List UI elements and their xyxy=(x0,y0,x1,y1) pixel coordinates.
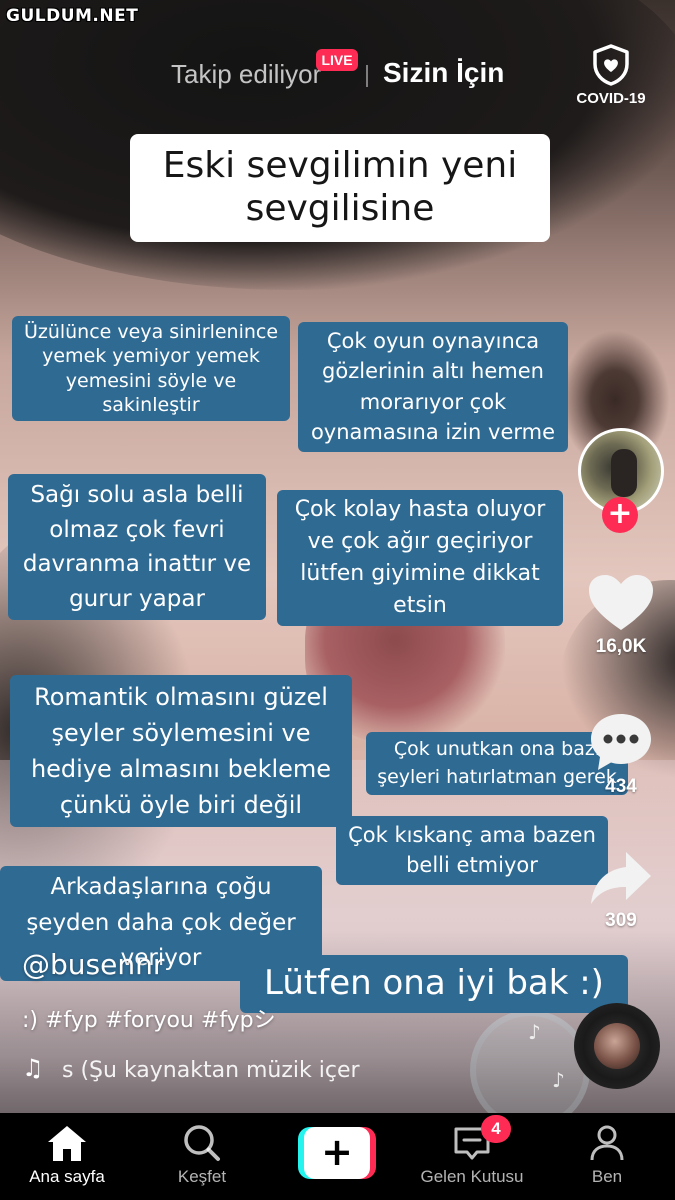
like-count: 16,0K xyxy=(595,636,647,657)
floating-music-note-icon: ♪ xyxy=(552,1068,565,1092)
nav-divider xyxy=(366,65,368,87)
nav-me[interactable]: Ben xyxy=(542,1123,672,1187)
caption-note-1: Üzülünce veya sinirlenince yemek yemiyor… xyxy=(12,316,290,422)
music-disc[interactable] xyxy=(574,1003,660,1089)
search-icon xyxy=(137,1123,267,1163)
video-title-caption: Eski sevgilimin yeni sevgilisine xyxy=(130,134,550,243)
tab-for-you[interactable]: Sizin İçin xyxy=(383,57,504,89)
nav-home[interactable]: Ana sayfa xyxy=(2,1123,132,1187)
create-button[interactable]: + xyxy=(298,1127,376,1179)
share-button[interactable]: 309 xyxy=(580,848,662,932)
title-line-2: sevgilisine xyxy=(229,187,451,231)
caption-note-9: Lütfen ona iyi bak :) xyxy=(240,955,628,1013)
like-button[interactable]: 16,0K xyxy=(580,572,662,658)
nav-me-label: Ben xyxy=(591,1167,623,1186)
title-line-1: Eski sevgilimin yeni xyxy=(162,145,518,186)
nav-inbox-label: Gelen Kutusu xyxy=(420,1167,524,1186)
create-button-face: + xyxy=(304,1127,370,1179)
home-icon xyxy=(2,1123,132,1163)
watermark: GULDUM.NET xyxy=(6,6,139,26)
caption-note-5: Romantik olmasını güzel şeyler söylemesi… xyxy=(10,675,352,827)
music-disc-cover xyxy=(594,1023,640,1069)
nav-inbox[interactable]: Gelen Kutusu xyxy=(407,1123,537,1187)
follow-button[interactable]: + xyxy=(602,497,638,533)
floating-music-note-icon: ♪ xyxy=(528,1020,541,1044)
comment-button[interactable]: 434 xyxy=(580,710,662,798)
share-count: 309 xyxy=(605,910,637,931)
tiktok-video-screen: GULDUM.NET Takip ediliyor LIVE Sizin İçi… xyxy=(0,0,675,1200)
shield-heart-icon xyxy=(566,44,656,86)
comment-count: 434 xyxy=(605,776,637,797)
caption-note-7: Çok kıskanç ama bazen belli etmiyor xyxy=(336,816,608,885)
covid-label: COVID-19 xyxy=(576,90,646,107)
nav-discover[interactable]: Keşfet xyxy=(137,1123,267,1187)
caption-note-2: Çok oyun oynayınca gözlerinin altı hemen… xyxy=(298,322,568,452)
live-badge[interactable]: LIVE xyxy=(316,49,358,71)
music-row[interactable]: ♫ s (Şu kaynaktan müzik içer xyxy=(22,1054,372,1088)
post-username[interactable]: @busennr xyxy=(22,948,164,981)
tab-following[interactable]: Takip ediliyor xyxy=(171,59,321,90)
inbox-badge: 4 xyxy=(481,1115,511,1143)
comment-icon xyxy=(580,710,662,774)
heart-icon xyxy=(580,572,662,634)
avatar-figure xyxy=(611,449,637,497)
profile-icon xyxy=(542,1123,672,1163)
share-icon xyxy=(580,848,662,908)
nav-discover-label: Keşfet xyxy=(177,1167,227,1186)
post-description[interactable]: :) #fyp #foryou #fypシ xyxy=(22,1002,276,1034)
nav-home-label: Ana sayfa xyxy=(29,1167,105,1186)
covid-button[interactable]: COVID-19 xyxy=(566,44,656,107)
inbox-icon xyxy=(407,1123,537,1163)
caption-note-4: Çok kolay hasta oluyor ve çok ağır geçir… xyxy=(277,490,563,626)
caption-note-3: Sağı solu asla belli olmaz çok fevri dav… xyxy=(8,474,266,620)
music-title: s (Şu kaynaktan müzik içer xyxy=(62,1058,360,1083)
music-note-icon: ♫ xyxy=(22,1054,44,1082)
